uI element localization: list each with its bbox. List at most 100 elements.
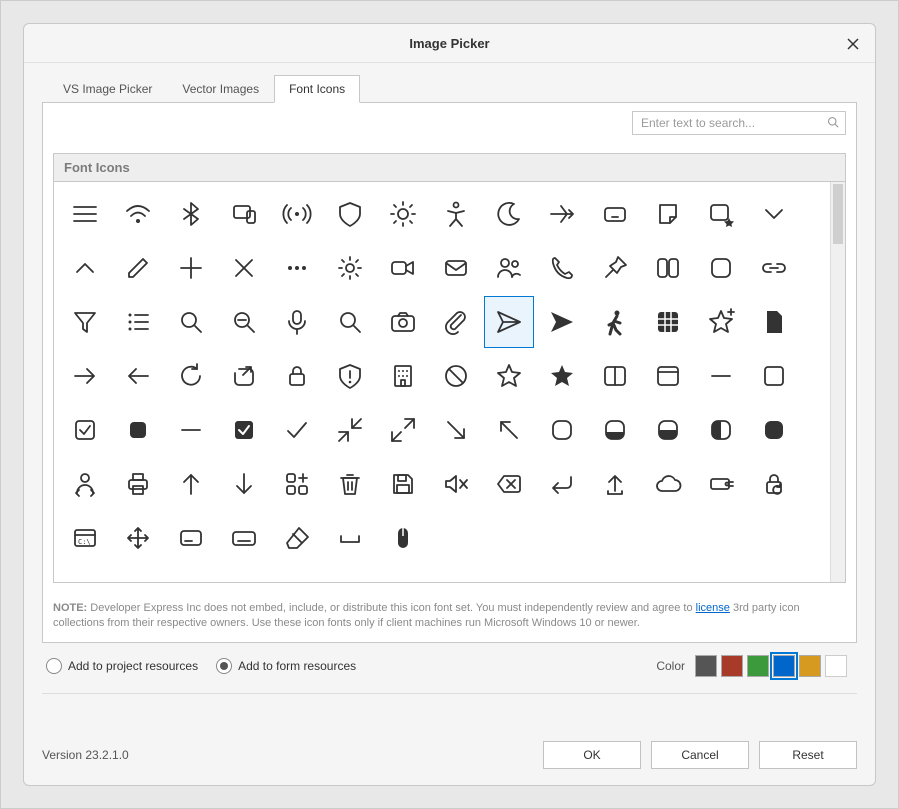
- rounded-half-bot2-icon[interactable]: [643, 404, 693, 456]
- cloud-icon[interactable]: [643, 458, 693, 510]
- arrow-diag-up-icon[interactable]: [484, 404, 534, 456]
- rounded-half-bottom-icon[interactable]: [590, 404, 640, 456]
- lock-icon[interactable]: [272, 350, 322, 402]
- mail-icon[interactable]: [431, 242, 481, 294]
- rounded-square-icon[interactable]: [537, 404, 587, 456]
- airplane-icon[interactable]: [537, 188, 587, 240]
- zoom-out-icon[interactable]: [219, 296, 269, 348]
- space-icon[interactable]: [325, 512, 375, 564]
- tag-icon[interactable]: [696, 458, 746, 510]
- stop-rounded-icon[interactable]: [696, 242, 746, 294]
- tab-vector-images[interactable]: Vector Images: [167, 75, 274, 103]
- menu-icon[interactable]: [60, 188, 110, 240]
- save-icon[interactable]: [378, 458, 428, 510]
- phone-icon[interactable]: [537, 242, 587, 294]
- color-swatch[interactable]: [799, 655, 821, 677]
- filter-icon[interactable]: [60, 296, 110, 348]
- person-swap-icon[interactable]: [60, 458, 110, 510]
- sun-icon[interactable]: [378, 188, 428, 240]
- camera-icon[interactable]: [378, 296, 428, 348]
- sticker-icon[interactable]: [643, 188, 693, 240]
- search-box[interactable]: [632, 111, 846, 135]
- rounded-half-left-icon[interactable]: [696, 404, 746, 456]
- pin-icon[interactable]: [590, 242, 640, 294]
- accessibility-icon[interactable]: [431, 188, 481, 240]
- devices-icon[interactable]: [219, 188, 269, 240]
- color-swatch[interactable]: [721, 655, 743, 677]
- edit-icon[interactable]: [113, 242, 163, 294]
- arrow-diag-down-icon[interactable]: [431, 404, 481, 456]
- columns-two-icon[interactable]: [643, 242, 693, 294]
- arrow-down-icon[interactable]: [219, 458, 269, 510]
- people-icon[interactable]: [484, 242, 534, 294]
- plus-icon[interactable]: [166, 242, 216, 294]
- color-swatch[interactable]: [747, 655, 769, 677]
- square-icon[interactable]: [749, 350, 799, 402]
- rounded-filled-icon[interactable]: [749, 404, 799, 456]
- search-input[interactable]: [639, 115, 827, 131]
- ok-button[interactable]: OK: [543, 741, 641, 769]
- radio-form-resources[interactable]: Add to form resources: [216, 658, 356, 674]
- star-filled-icon[interactable]: [537, 350, 587, 402]
- scroll-thumb[interactable]: [833, 184, 843, 244]
- shield-icon[interactable]: [325, 188, 375, 240]
- apps-add-icon[interactable]: [272, 458, 322, 510]
- checkbox-checked-icon[interactable]: [60, 404, 110, 456]
- check-icon[interactable]: [272, 404, 322, 456]
- reset-button[interactable]: Reset: [759, 741, 857, 769]
- collapse-icon[interactable]: [325, 404, 375, 456]
- grid-pattern-icon[interactable]: [643, 296, 693, 348]
- document-filled-icon[interactable]: [749, 296, 799, 348]
- close-icon[interactable]: [219, 242, 269, 294]
- color-swatch[interactable]: [773, 655, 795, 677]
- send-filled-icon[interactable]: [537, 296, 587, 348]
- search-icon[interactable]: [166, 296, 216, 348]
- arrow-up-icon[interactable]: [166, 458, 216, 510]
- chevron-up-icon[interactable]: [60, 242, 110, 294]
- return-icon[interactable]: [537, 458, 587, 510]
- window-close-button[interactable]: [841, 32, 865, 56]
- zoom-icon[interactable]: [325, 296, 375, 348]
- wifi-icon[interactable]: [113, 188, 163, 240]
- building-icon[interactable]: [378, 350, 428, 402]
- video-icon[interactable]: [378, 242, 428, 294]
- square-filled-icon[interactable]: [113, 404, 163, 456]
- tab-font-icons[interactable]: Font Icons: [274, 75, 360, 103]
- lock-refresh-icon[interactable]: [749, 458, 799, 510]
- microphone-icon[interactable]: [272, 296, 322, 348]
- color-swatch[interactable]: [825, 655, 847, 677]
- columns-icon[interactable]: [590, 350, 640, 402]
- shield-warning-icon[interactable]: [325, 350, 375, 402]
- star-outline-icon[interactable]: [484, 350, 534, 402]
- chevron-down-icon[interactable]: [749, 188, 799, 240]
- move-icon[interactable]: [113, 512, 163, 564]
- refresh-icon[interactable]: [166, 350, 216, 402]
- block-icon[interactable]: [431, 350, 481, 402]
- list-icon[interactable]: [113, 296, 163, 348]
- backspace-icon[interactable]: [484, 458, 534, 510]
- keyboard-icon[interactable]: [219, 512, 269, 564]
- delete-icon[interactable]: [325, 458, 375, 510]
- eraser-icon[interactable]: [272, 512, 322, 564]
- checkbox-filled-icon[interactable]: [219, 404, 269, 456]
- caption-icon[interactable]: [166, 512, 216, 564]
- link-icon[interactable]: [749, 242, 799, 294]
- send-outline-icon[interactable]: [484, 296, 534, 348]
- scrollbar[interactable]: [830, 182, 845, 582]
- bluetooth-icon[interactable]: [166, 188, 216, 240]
- tablet-star-icon[interactable]: [696, 188, 746, 240]
- attach-icon[interactable]: [431, 296, 481, 348]
- license-link[interactable]: license: [696, 602, 730, 614]
- broadcast-icon[interactable]: [272, 188, 322, 240]
- print-icon[interactable]: [113, 458, 163, 510]
- walk-icon[interactable]: [590, 296, 640, 348]
- upload-icon[interactable]: [590, 458, 640, 510]
- tablet-landscape-icon[interactable]: [590, 188, 640, 240]
- color-swatch[interactable]: [695, 655, 717, 677]
- mouse-icon[interactable]: [378, 512, 428, 564]
- browser-icon[interactable]: [643, 350, 693, 402]
- share-icon[interactable]: [219, 350, 269, 402]
- cancel-button[interactable]: Cancel: [651, 741, 749, 769]
- radio-project-resources[interactable]: Add to project resources: [46, 658, 198, 674]
- remove-line-icon[interactable]: [166, 404, 216, 456]
